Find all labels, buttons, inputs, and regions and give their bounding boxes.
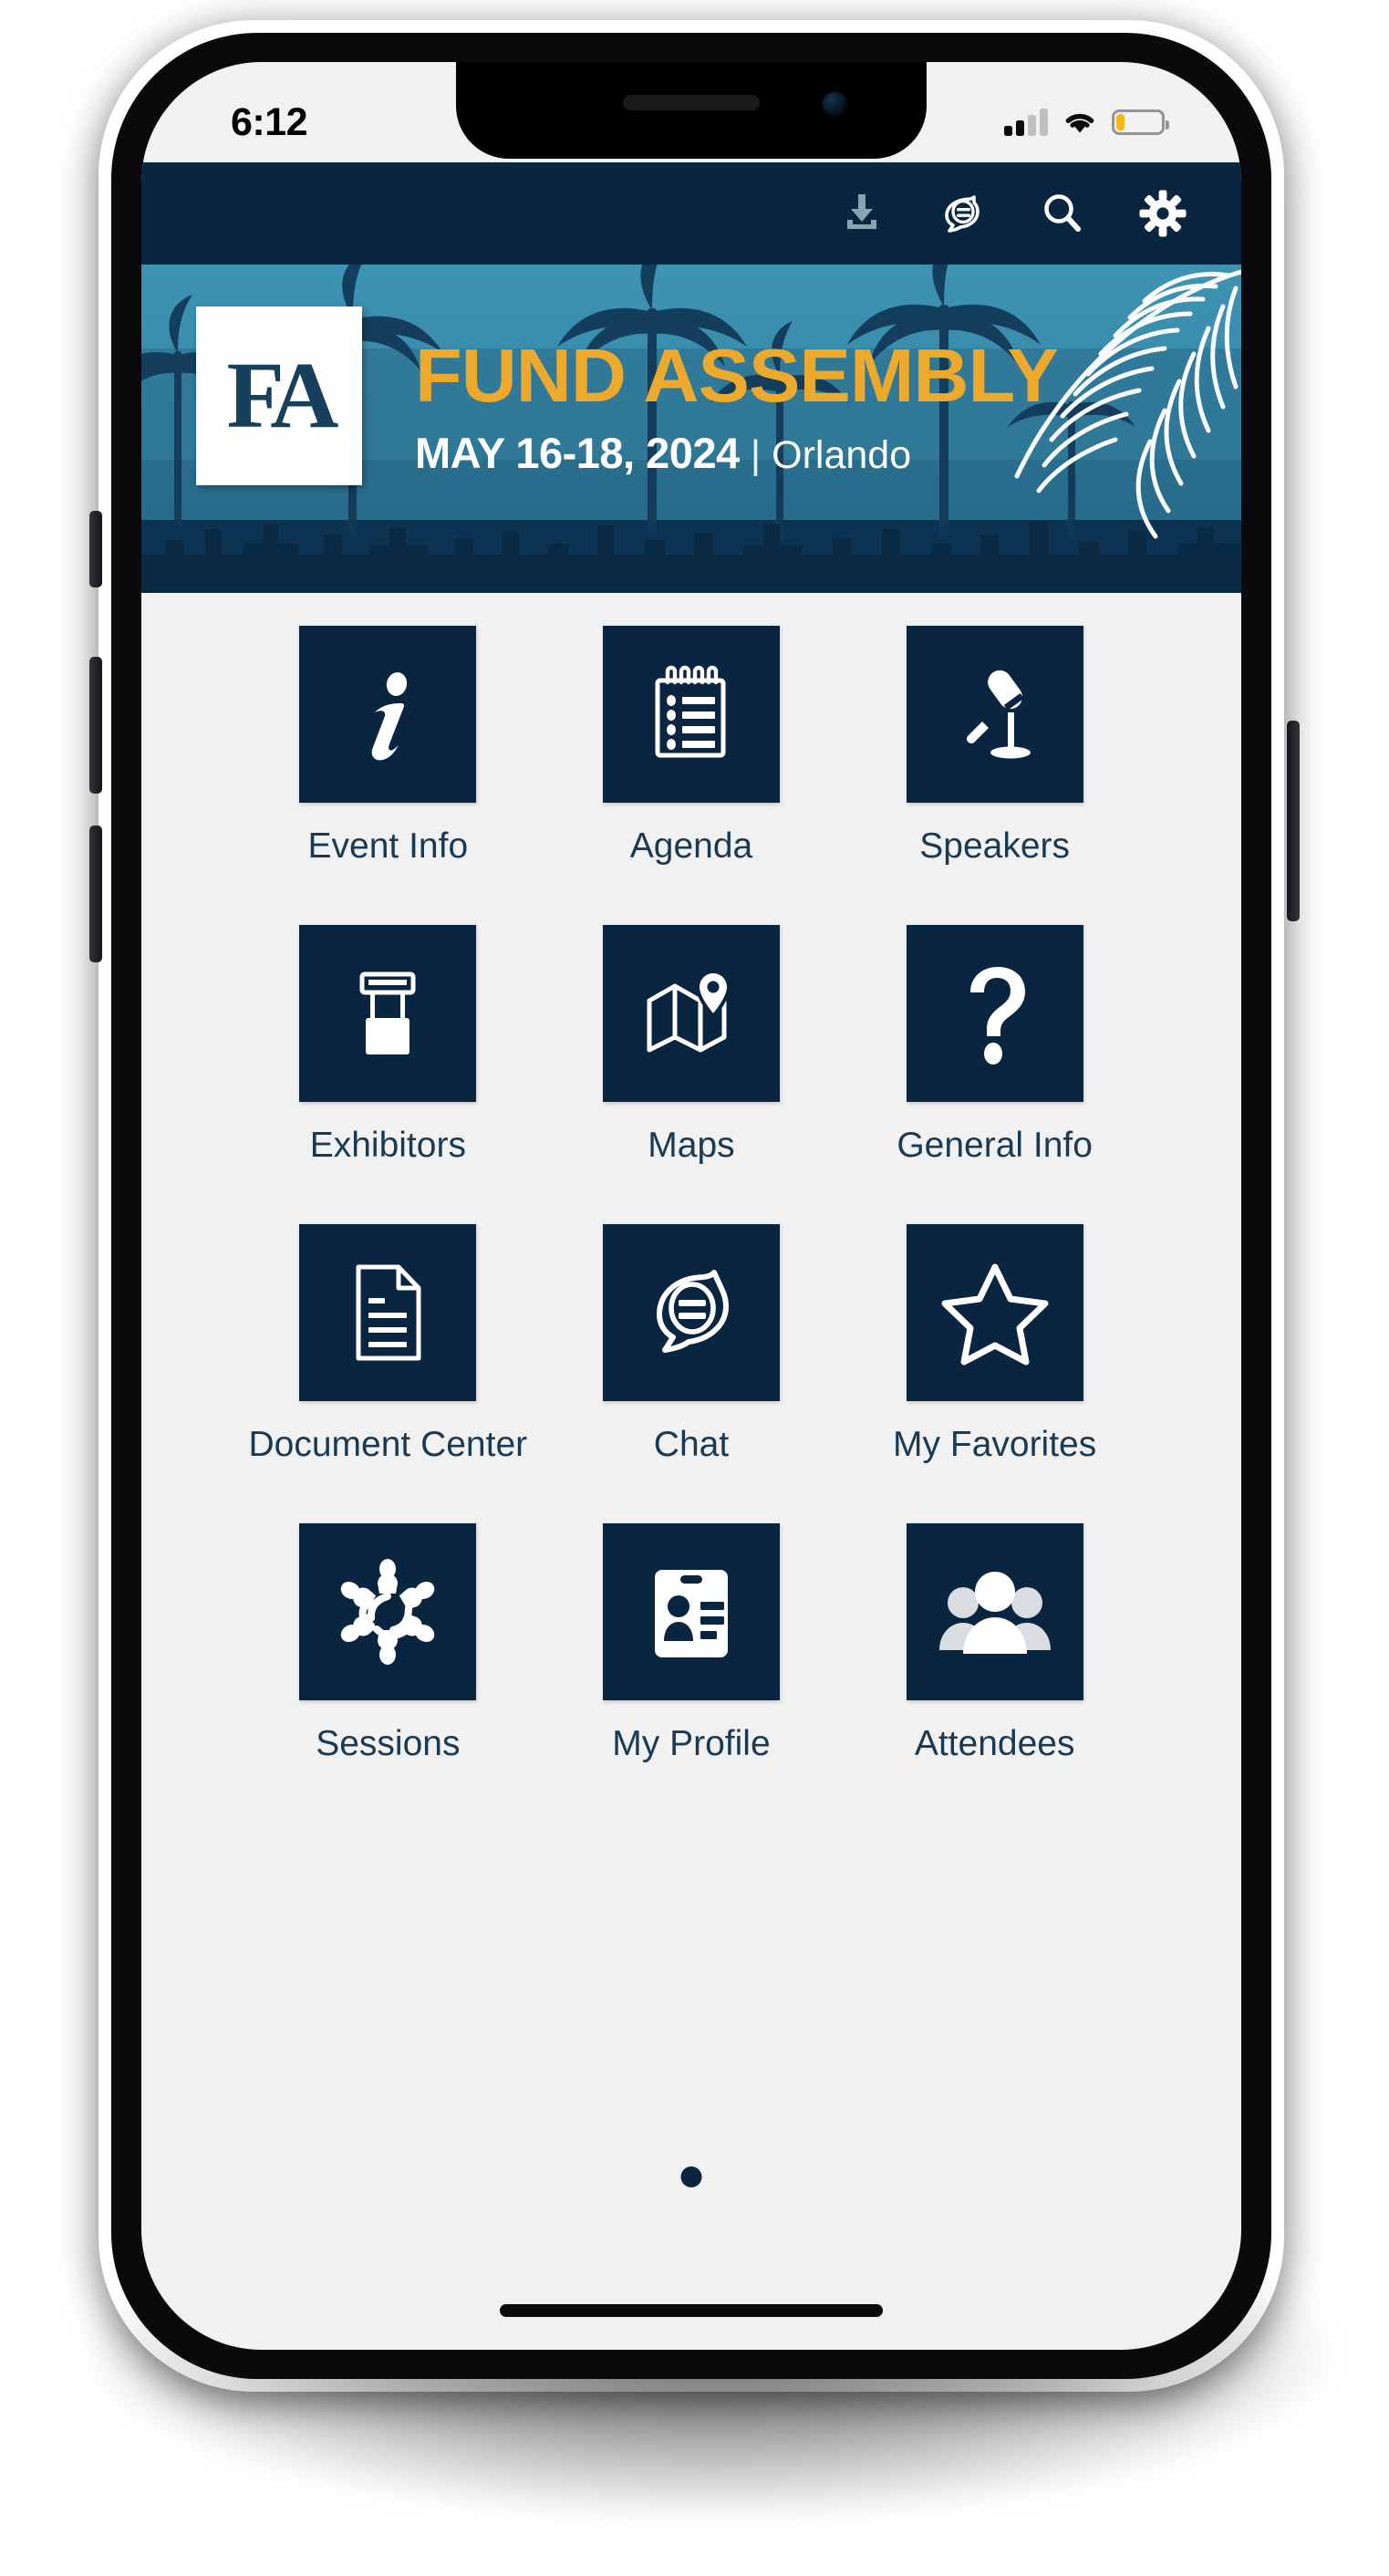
question-mark-icon	[969, 967, 1025, 1065]
menu-tile-label: Sessions	[316, 1724, 461, 1763]
logo-initials: FA	[226, 343, 339, 448]
menu-tile-my-profile[interactable]: My Profile	[540, 1523, 844, 1764]
star-outline-icon	[941, 1263, 1049, 1366]
menu-tile-sessions[interactable]: Sessions	[236, 1523, 540, 1764]
tile-icon-box	[299, 925, 477, 1102]
search-icon[interactable]	[1037, 188, 1088, 239]
menu-tile-attendees[interactable]: Attendees	[843, 1523, 1146, 1764]
silent-switch-button[interactable]	[89, 511, 102, 587]
menu-tile-agenda[interactable]: Agenda	[540, 626, 844, 867]
volume-up-button[interactable]	[89, 657, 102, 794]
people-network-icon	[341, 1559, 435, 1665]
menu-tile-label: Exhibitors	[309, 1126, 466, 1165]
id-badge-card-icon	[654, 1570, 728, 1657]
tile-icon-box	[906, 1224, 1083, 1401]
menu-tile-label: Speakers	[919, 826, 1071, 866]
menu-tile-label: Attendees	[914, 1724, 1075, 1763]
group-people-icon	[938, 1572, 1051, 1654]
battery-icon	[1112, 109, 1169, 135]
tile-icon-box	[906, 925, 1083, 1102]
chat-bubbles-icon	[656, 1270, 729, 1353]
microphone-stand-icon	[966, 670, 1031, 759]
tile-icon-box	[602, 1523, 780, 1700]
menu-tile-label: My Favorites	[893, 1425, 1097, 1464]
home-indicator-bar[interactable]	[500, 2304, 883, 2317]
info-italic-i-icon	[372, 672, 408, 761]
banner-subtitle: MAY 16-18, 2024 | Orlando	[415, 428, 1045, 478]
banner-separator: |	[750, 432, 762, 477]
cellular-signal-icon	[1004, 109, 1048, 136]
front-camera	[822, 91, 848, 118]
banner-date: MAY 16-18, 2024	[415, 429, 740, 477]
menu-tile-label: Document Center	[248, 1425, 528, 1464]
fund-assembly-logo: FA	[196, 306, 362, 485]
tile-icon-box	[906, 1523, 1083, 1700]
tile-icon-box	[299, 626, 477, 803]
settings-gear-icon[interactable]	[1137, 188, 1188, 239]
menu-tile-exhibitors[interactable]: Exhibitors	[236, 925, 540, 1166]
wifi-icon	[1065, 113, 1094, 133]
device-notch	[456, 62, 927, 159]
menu-tile-label: My Profile	[612, 1724, 771, 1763]
tile-icon-box	[299, 1224, 477, 1401]
tile-icon-box	[299, 1523, 477, 1700]
event-banner[interactable]: FA FUND ASSEMBLY MAY 16-18, 2024 | Orlan…	[141, 265, 1241, 593]
document-page-icon	[356, 1264, 421, 1361]
phone-screen: 6:12 FA FUND ASSEMBLY MAY 16-18, 2024 | …	[141, 62, 1241, 2350]
volume-down-button[interactable]	[89, 826, 102, 962]
menu-tile-event-info[interactable]: Event Info	[236, 626, 540, 867]
menu-tile-label: Agenda	[629, 826, 753, 866]
banner-text-block: FUND ASSEMBLY MAY 16-18, 2024 | Orlando	[415, 338, 1059, 478]
menu-tile-chat[interactable]: Chat	[540, 1224, 844, 1465]
folded-map-pin-icon	[647, 969, 731, 1053]
exhibit-booth-stand-icon	[359, 971, 416, 1054]
menu-tile-general-info[interactable]: General Info	[843, 925, 1146, 1166]
menu-tile-label: Maps	[648, 1126, 735, 1165]
app-toolbar	[141, 162, 1241, 265]
menu-tile-label: General Info	[897, 1126, 1093, 1165]
status-bar-clock: 6:12	[231, 99, 308, 144]
tile-icon-box	[602, 626, 780, 803]
chat-icon[interactable]	[937, 188, 988, 239]
home-menu-grid: Event Info Agenda Speakers Exhibitors Ma…	[141, 593, 1241, 1764]
earpiece-speaker	[623, 95, 760, 110]
notepad-checklist-icon	[655, 665, 726, 758]
download-icon[interactable]	[836, 188, 887, 239]
menu-tile-speakers[interactable]: Speakers	[843, 626, 1146, 867]
banner-title: FUND ASSEMBLY	[415, 333, 1059, 418]
menu-tile-label: Chat	[653, 1425, 730, 1464]
power-button[interactable]	[1287, 721, 1300, 921]
tile-icon-box	[602, 1224, 780, 1401]
menu-tile-my-favorites[interactable]: My Favorites	[843, 1224, 1146, 1465]
phone-stage: 6:12 FA FUND ASSEMBLY MAY 16-18, 2024 | …	[0, 0, 1389, 2576]
banner-city: Orlando	[772, 433, 912, 477]
page-dot-indicator[interactable]	[680, 2166, 702, 2187]
menu-tile-maps[interactable]: Maps	[540, 925, 844, 1166]
menu-tile-document-center[interactable]: Document Center	[236, 1224, 540, 1465]
status-bar-indicators	[1004, 109, 1169, 136]
menu-tile-label: Event Info	[307, 826, 469, 866]
tile-icon-box	[602, 925, 780, 1102]
tile-icon-box	[906, 626, 1083, 803]
